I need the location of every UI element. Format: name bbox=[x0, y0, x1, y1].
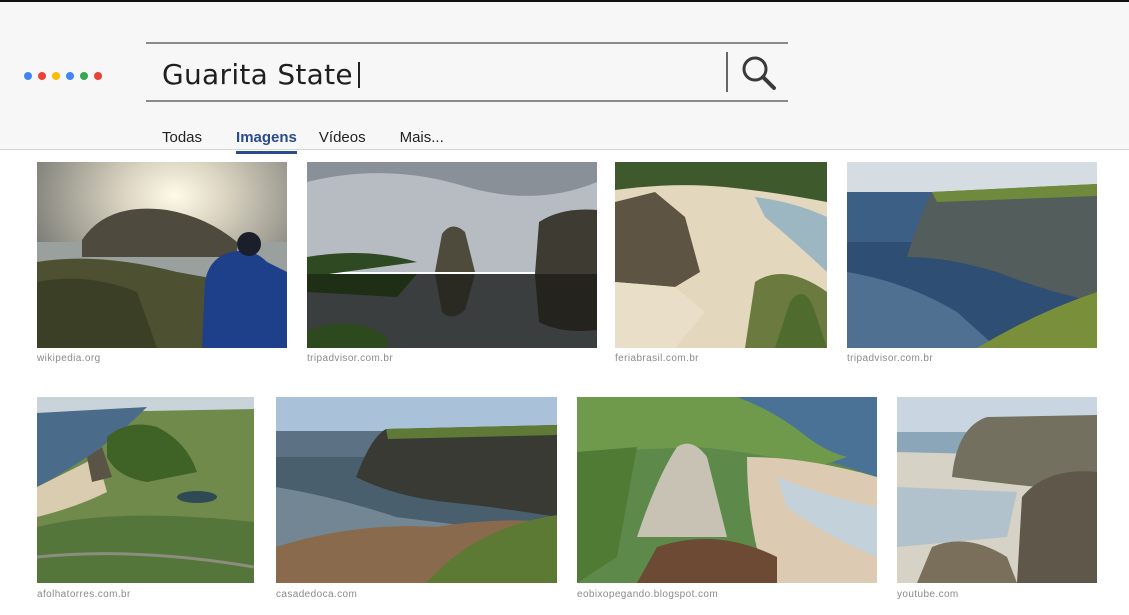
logo-dot bbox=[24, 72, 32, 80]
logo-dot bbox=[66, 72, 74, 80]
search-header: Guarita State Todas Imagens Vídeos Mais.… bbox=[0, 2, 1129, 154]
image-result-thumbnail[interactable] bbox=[276, 397, 557, 583]
sunset-cliff-photo bbox=[37, 162, 287, 348]
image-result-thumbnail[interactable] bbox=[307, 162, 597, 348]
search-icon bbox=[742, 56, 776, 90]
image-result-thumbnail[interactable] bbox=[847, 162, 1097, 348]
result-source-link[interactable]: afolhatorres.com.br bbox=[37, 589, 131, 600]
result-source-link[interactable]: eobixopegando.blogspot.com bbox=[577, 589, 718, 600]
cliffs-beach-photo bbox=[897, 397, 1097, 583]
image-result-thumbnail[interactable] bbox=[577, 397, 877, 583]
logo-dot bbox=[52, 72, 60, 80]
image-result-thumbnail[interactable] bbox=[37, 397, 254, 583]
image-result-thumbnail[interactable] bbox=[37, 162, 287, 348]
result-source-link[interactable]: youtube.com bbox=[897, 589, 959, 600]
cliff-headland-photo bbox=[276, 397, 557, 583]
result-source-link[interactable]: casadedoca.com bbox=[276, 589, 357, 600]
logo-dot bbox=[94, 72, 102, 80]
tab-videos[interactable]: Vídeos bbox=[319, 129, 366, 154]
park-aerial-photo bbox=[37, 397, 254, 583]
logo-dot bbox=[38, 72, 46, 80]
beach-aerial-photo bbox=[615, 162, 827, 348]
search-tabs: Todas Imagens Vídeos Mais... bbox=[162, 129, 478, 154]
result-source-link[interactable]: tripadvisor.com.br bbox=[847, 353, 933, 364]
logo-dot bbox=[80, 72, 88, 80]
image-result-thumbnail[interactable] bbox=[897, 397, 1097, 583]
image-result-thumbnail[interactable] bbox=[615, 162, 827, 348]
search-divider bbox=[726, 52, 728, 92]
ocean-cliff-photo bbox=[847, 162, 1097, 348]
search-bar[interactable]: Guarita State bbox=[146, 42, 788, 102]
result-source-link[interactable]: tripadvisor.com.br bbox=[307, 353, 393, 364]
tab-todas[interactable]: Todas bbox=[162, 129, 202, 154]
rock-formations-photo bbox=[577, 397, 877, 583]
search-input[interactable]: Guarita State bbox=[162, 58, 360, 91]
tab-imagens[interactable]: Imagens bbox=[236, 129, 297, 154]
search-button[interactable] bbox=[738, 52, 782, 94]
lagoon-reflection-photo bbox=[307, 162, 597, 348]
search-query-text: Guarita State bbox=[162, 58, 353, 91]
text-caret bbox=[357, 62, 360, 88]
result-source-link[interactable]: wikipedia.org bbox=[37, 353, 101, 364]
tab-mais[interactable]: Mais... bbox=[400, 129, 444, 154]
result-source-link[interactable]: feriabrasil.com.br bbox=[615, 353, 699, 364]
logo-dots bbox=[24, 72, 102, 80]
